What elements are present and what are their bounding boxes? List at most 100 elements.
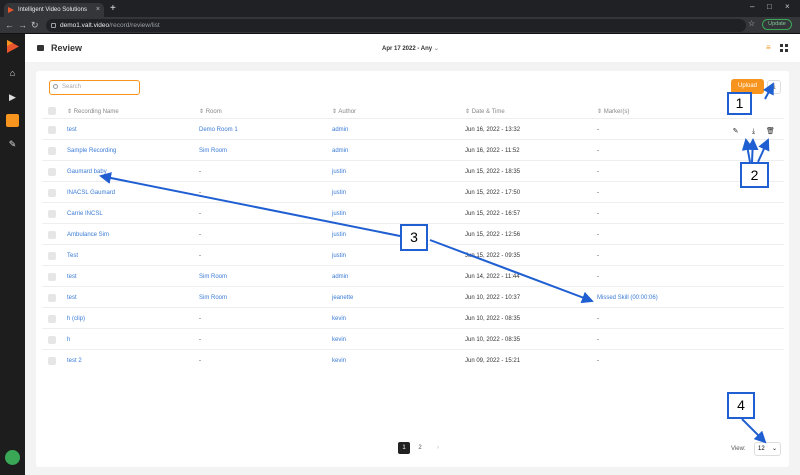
row-checkbox[interactable] xyxy=(48,189,56,197)
download-icon[interactable]: ⤓ xyxy=(749,127,758,136)
table-row-divider xyxy=(42,202,784,203)
search-input[interactable]: Search xyxy=(49,80,140,95)
grid-view-icon[interactable] xyxy=(780,44,788,52)
cell-recording-name[interactable]: Gaumard baby xyxy=(67,169,107,175)
cell-author[interactable]: justin xyxy=(332,232,346,238)
table-row-divider xyxy=(42,265,784,266)
back-icon[interactable]: ← xyxy=(5,19,14,31)
tab-close-icon[interactable]: × xyxy=(96,3,100,17)
search-placeholder: Search xyxy=(62,84,82,90)
cell-markers: - xyxy=(597,316,599,322)
date-filter[interactable]: Apr 17 2022 - Any ⌄ xyxy=(382,45,439,52)
new-tab-button[interactable]: + xyxy=(110,3,116,15)
cell-room: - xyxy=(199,190,201,196)
cell-datetime: Jun 15, 2022 - 09:35 xyxy=(465,253,521,259)
cell-author[interactable]: admin xyxy=(332,274,348,280)
cell-recording-name[interactable]: Test xyxy=(67,253,78,259)
view-count-select[interactable]: 12 ⌄ xyxy=(754,442,781,456)
list-view-icon[interactable]: ≡ xyxy=(766,43,771,52)
cell-room[interactable]: Sim Room xyxy=(199,148,227,154)
minimize-icon[interactable]: – xyxy=(750,2,754,11)
window-close-icon[interactable]: × xyxy=(785,2,790,11)
app-logo-icon[interactable] xyxy=(6,40,19,53)
cell-recording-name[interactable]: test xyxy=(67,127,77,133)
cell-author[interactable]: kevin xyxy=(332,337,346,343)
cell-datetime: Jun 10, 2022 - 08:35 xyxy=(465,337,521,343)
settings-wrench-icon[interactable]: ✎ xyxy=(7,139,18,150)
bookmark-star-icon[interactable]: ☆ xyxy=(748,19,755,28)
cell-room[interactable]: Demo Room 1 xyxy=(199,127,238,133)
maximize-icon[interactable]: □ xyxy=(767,2,772,11)
cell-room[interactable]: Sim Room xyxy=(199,295,227,301)
browser-tab-bar: Intelligent Video Solutions × + – □ × xyxy=(0,0,800,17)
column-header-author[interactable]: ⇕ Author xyxy=(332,108,356,115)
row-checkbox[interactable] xyxy=(48,294,56,302)
search-icon xyxy=(53,84,58,89)
row-checkbox[interactable] xyxy=(48,231,56,239)
forward-icon[interactable]: → xyxy=(18,19,27,31)
cell-recording-name[interactable]: test 2 xyxy=(67,358,82,364)
select-all-checkbox[interactable] xyxy=(48,107,56,115)
row-checkbox[interactable] xyxy=(48,357,56,365)
view-count-value: 12 xyxy=(758,446,765,452)
cell-recording-name[interactable]: Ambulance Sim xyxy=(67,232,109,238)
tab-title: Intelligent Video Solutions xyxy=(18,7,87,13)
review-film-icon[interactable] xyxy=(6,114,19,127)
row-checkbox[interactable] xyxy=(48,315,56,323)
site-favicon-icon xyxy=(8,7,14,13)
cell-author[interactable]: justin xyxy=(332,211,346,217)
cell-author[interactable]: justin xyxy=(332,253,346,259)
camera-icon[interactable]: ▶ xyxy=(7,92,18,103)
column-header-markers[interactable]: ⇕ Marker(s) xyxy=(597,108,629,115)
cell-author[interactable]: admin xyxy=(332,127,348,133)
cell-room[interactable]: Sim Room xyxy=(199,274,227,280)
cell-recording-name[interactable]: Sample Recording xyxy=(67,148,116,154)
user-avatar[interactable] xyxy=(5,450,20,465)
column-header-room[interactable]: ⇕ Room xyxy=(199,108,222,115)
edit-icon[interactable]: ✎ xyxy=(731,127,740,136)
browser-tab[interactable]: Intelligent Video Solutions × xyxy=(4,3,104,17)
cell-room: - xyxy=(199,253,201,259)
next-page-button[interactable]: › xyxy=(432,442,444,454)
cell-datetime: Jun 15, 2022 - 16:57 xyxy=(465,211,521,217)
chevron-down-icon: ⌄ xyxy=(771,446,777,452)
cell-recording-name[interactable]: Carrie INCSL xyxy=(67,211,103,217)
cell-author[interactable]: admin xyxy=(332,148,348,154)
cell-recording-name[interactable]: h xyxy=(67,337,70,343)
cell-author[interactable]: jeanette xyxy=(332,295,353,301)
date-filter-label: Apr 17 2022 - Any xyxy=(382,46,433,52)
view-count-label: View: xyxy=(731,446,746,452)
cell-recording-name[interactable]: INACSL Gaumard xyxy=(67,190,115,196)
cell-markers: - xyxy=(597,337,599,343)
row-checkbox[interactable] xyxy=(48,252,56,260)
address-bar[interactable]: demo1.valt.video/record/review/list xyxy=(46,19,746,32)
home-icon[interactable]: ⌂ xyxy=(7,68,18,79)
cell-author[interactable]: justin xyxy=(332,190,346,196)
page-1-button[interactable]: 1 xyxy=(398,442,410,454)
row-checkbox[interactable] xyxy=(48,126,56,134)
cell-recording-name[interactable]: test xyxy=(67,274,77,280)
cell-markers[interactable]: Missed Skill (00:00:06) xyxy=(597,295,658,301)
cell-author[interactable]: justin xyxy=(332,169,346,175)
cell-recording-name[interactable]: test xyxy=(67,295,77,301)
cell-datetime: Jun 15, 2022 - 12:56 xyxy=(465,232,521,238)
row-checkbox[interactable] xyxy=(48,336,56,344)
table-row-divider xyxy=(42,118,784,119)
cell-datetime: Jun 10, 2022 - 10:37 xyxy=(465,295,521,301)
delete-icon[interactable]: 🗑 xyxy=(766,127,775,136)
cell-recording-name[interactable]: h (clip) xyxy=(67,316,85,322)
reload-icon[interactable]: ↻ xyxy=(31,19,39,31)
row-checkbox[interactable] xyxy=(48,147,56,155)
column-header-name[interactable]: ⇕ Recording Name xyxy=(67,108,119,115)
download-selected-button[interactable]: ⤓ xyxy=(767,80,781,94)
column-header-datetime[interactable]: ⇕ Date & Time xyxy=(465,108,505,115)
row-checkbox[interactable] xyxy=(48,273,56,281)
page-2-button[interactable]: 2 xyxy=(414,442,426,454)
row-checkbox[interactable] xyxy=(48,210,56,218)
row-checkbox[interactable] xyxy=(48,168,56,176)
cell-author[interactable]: kevin xyxy=(332,316,346,322)
url-domain: demo1.valt.video xyxy=(60,22,110,29)
cell-author[interactable]: kevin xyxy=(332,358,346,364)
cell-room: - xyxy=(199,337,201,343)
browser-update-button[interactable]: Update xyxy=(762,19,792,30)
